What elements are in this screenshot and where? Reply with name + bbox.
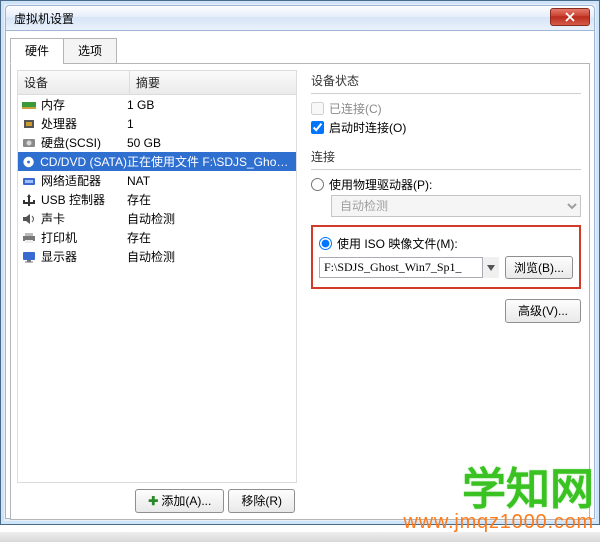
device-name: USB 控制器 (41, 191, 105, 208)
device-name: 网络适配器 (41, 172, 101, 189)
tab-options[interactable]: 选项 (63, 38, 117, 64)
device-summary: 自动检测 (127, 248, 293, 265)
device-list-pane: 设备 摘要 内存1 GB处理器1硬盘(SCSI)50 GBCD/DVD (SAT… (17, 70, 297, 513)
connected-checkbox-row[interactable]: 已连接(C) (311, 100, 581, 117)
physical-drive-select: 自动检测 (331, 195, 581, 217)
table-row[interactable]: 声卡 自动检测 (18, 209, 296, 228)
iso-row: 浏览(B)... (319, 256, 573, 279)
device-name: 内存 (41, 96, 65, 113)
device-name: 打印机 (41, 229, 77, 246)
connected-checkbox (311, 102, 324, 115)
close-icon (565, 12, 575, 22)
device-name: 声卡 (41, 210, 65, 227)
titlebar[interactable]: 虚拟机设置 (5, 5, 595, 31)
device-table-header: 设备 摘要 (17, 70, 297, 95)
col-device[interactable]: 设备 (18, 71, 130, 94)
table-row[interactable]: 打印机 存在 (18, 228, 296, 247)
device-summary: 存在 (127, 191, 293, 208)
table-row[interactable]: CD/DVD (SATA)正在使用文件 F:\SDJS_Ghost_Win7..… (18, 152, 296, 171)
tab-hardware[interactable]: 硬件 (10, 38, 64, 64)
connection-title: 连接 (311, 148, 581, 167)
device-name: CD/DVD (SATA) (40, 155, 127, 169)
use-iso-radio[interactable] (319, 237, 332, 250)
device-name: 显示器 (41, 248, 77, 265)
iso-highlight-box: 使用 ISO 映像文件(M): 浏览(B)... (311, 225, 581, 289)
remove-device-button[interactable]: 移除(R) (228, 489, 295, 513)
table-row[interactable]: USB 控制器 存在 (18, 190, 296, 209)
browse-button[interactable]: 浏览(B)... (505, 256, 573, 279)
tabstrip: 硬件 选项 (10, 37, 590, 64)
table-row[interactable]: 显示器 自动检测 (18, 247, 296, 266)
vm-settings-window: 虚拟机设置 硬件 选项 设备 摘要 内存 1 GB 处理器 1 硬盘(SCSI) 50 G… (0, 0, 600, 525)
device-summary: 自动检测 (127, 210, 293, 227)
col-summary[interactable]: 摘要 (130, 71, 166, 94)
connection-group: 连接 使用物理驱动器(P): 自动检测 使用 IS (311, 148, 581, 323)
add-device-button[interactable]: ✚添加(A)... (135, 489, 224, 513)
use-physical-radio-row[interactable]: 使用物理驱动器(P): (311, 176, 581, 193)
device-summary: 存在 (127, 229, 293, 246)
iso-path-input[interactable] (319, 257, 499, 278)
device-status-title: 设备状态 (311, 72, 581, 91)
advanced-button[interactable]: 高级(V)... (505, 299, 581, 323)
table-row[interactable]: 内存 1 GB (18, 95, 296, 114)
device-status-group: 设备状态 已连接(C) 启动时连接(O) (311, 72, 581, 138)
use-physical-radio[interactable] (311, 178, 324, 191)
device-table-body: 内存1 GB处理器1硬盘(SCSI)50 GBCD/DVD (SATA)正在使用… (17, 95, 297, 483)
device-summary: NAT (127, 174, 293, 188)
device-name: 硬盘(SCSI) (41, 134, 101, 151)
window-title: 虚拟机设置 (14, 10, 74, 27)
device-summary: 1 GB (127, 98, 293, 112)
connect-on-power-row[interactable]: 启动时连接(O) (311, 119, 581, 136)
device-summary: 50 GB (127, 136, 293, 150)
table-row[interactable]: 处理器 1 (18, 114, 296, 133)
iso-path-combo[interactable] (319, 257, 499, 278)
chevron-down-icon[interactable] (482, 257, 499, 278)
table-row[interactable]: 网络适配器 NAT (18, 171, 296, 190)
device-buttons: ✚添加(A)... 移除(R) (17, 483, 297, 513)
device-name: 处理器 (41, 115, 77, 132)
connect-on-power-checkbox[interactable] (311, 121, 324, 134)
device-details-pane: 设备状态 已连接(C) 启动时连接(O) 连接 (297, 70, 583, 513)
table-row[interactable]: 硬盘(SCSI) 50 GB (18, 133, 296, 152)
client-area: 硬件 选项 设备 摘要 内存1 GB处理器1硬盘(SCSI)50 GBCD/DV… (5, 31, 595, 519)
use-iso-radio-row[interactable]: 使用 ISO 映像文件(M): (319, 235, 573, 252)
close-button[interactable] (550, 8, 590, 26)
hardware-panel: 设备 摘要 内存1 GB处理器1硬盘(SCSI)50 GBCD/DVD (SAT… (10, 64, 590, 520)
device-summary: 1 (127, 117, 293, 131)
device-summary: 正在使用文件 F:\SDJS_Ghost_Win7... (127, 153, 293, 170)
